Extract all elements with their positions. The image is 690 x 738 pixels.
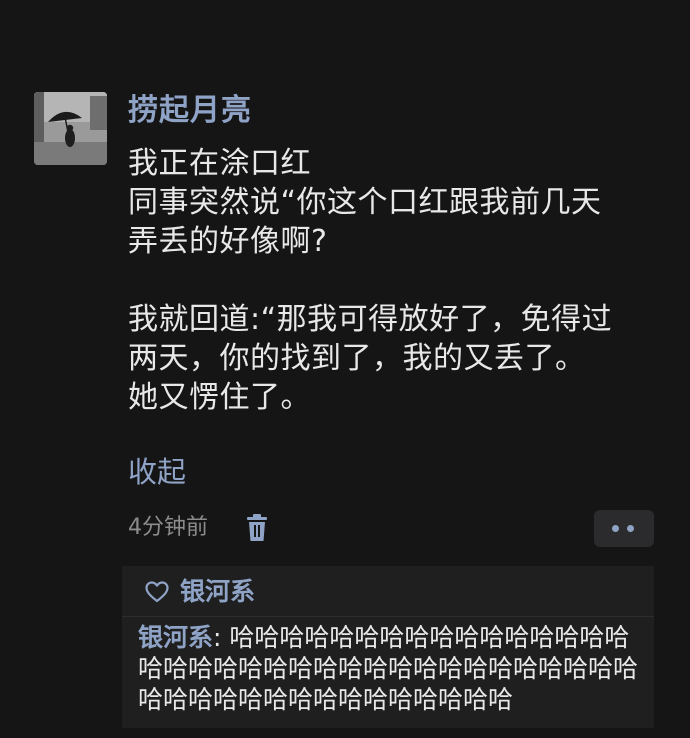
divider <box>122 616 654 617</box>
heart-outline-icon <box>145 581 169 603</box>
post-body-line: 两天，你的找到了，我的又丢了。 <box>128 341 586 376</box>
more-dot <box>612 525 619 532</box>
post-body-line: 同事突然说“你这个口红跟我前几天 <box>128 185 602 220</box>
comment-item[interactable]: 银河系: 哈哈哈哈哈哈哈哈哈哈哈哈哈哈哈哈哈哈哈哈哈哈哈哈哈哈哈哈哈哈哈哈哈哈哈… <box>138 622 648 715</box>
post-body-line: 她又愣住了。 <box>128 380 311 415</box>
post-body-line: 我就回道:“那我可得放好了，免得过 <box>128 302 613 337</box>
avatar[interactable] <box>34 92 107 165</box>
trash-icon[interactable] <box>244 513 270 543</box>
more-dots-button[interactable] <box>594 510 654 547</box>
post-body-line: 我正在涂口红 <box>128 146 311 181</box>
likes-row: 银河系 <box>144 576 255 608</box>
post-body-blank-line <box>128 261 668 300</box>
comment-separator: : <box>213 623 230 652</box>
post-body-line: 弄丢的好像啊? <box>128 224 328 259</box>
likes-comments-panel: 银河系 银河系: 哈哈哈哈哈哈哈哈哈哈哈哈哈哈哈哈哈哈哈哈哈哈哈哈哈哈哈哈哈哈哈… <box>122 566 654 728</box>
avatar-image <box>34 92 107 165</box>
post-timestamp: 4分钟前 <box>128 515 208 540</box>
liker-name[interactable]: 银河系 <box>180 576 255 608</box>
collapse-link[interactable]: 收起 <box>128 454 186 490</box>
moments-post-page: 捞起月亮 我正在涂口红 同事突然说“你这个口红跟我前几天 弄丢的好像啊? 我就回… <box>0 0 690 738</box>
post-author-name[interactable]: 捞起月亮 <box>128 92 252 130</box>
comment-author[interactable]: 银河系 <box>138 623 213 652</box>
more-dot <box>627 525 634 532</box>
post-body: 我正在涂口红 同事突然说“你这个口红跟我前几天 弄丢的好像啊? 我就回道:“那我… <box>128 144 668 417</box>
